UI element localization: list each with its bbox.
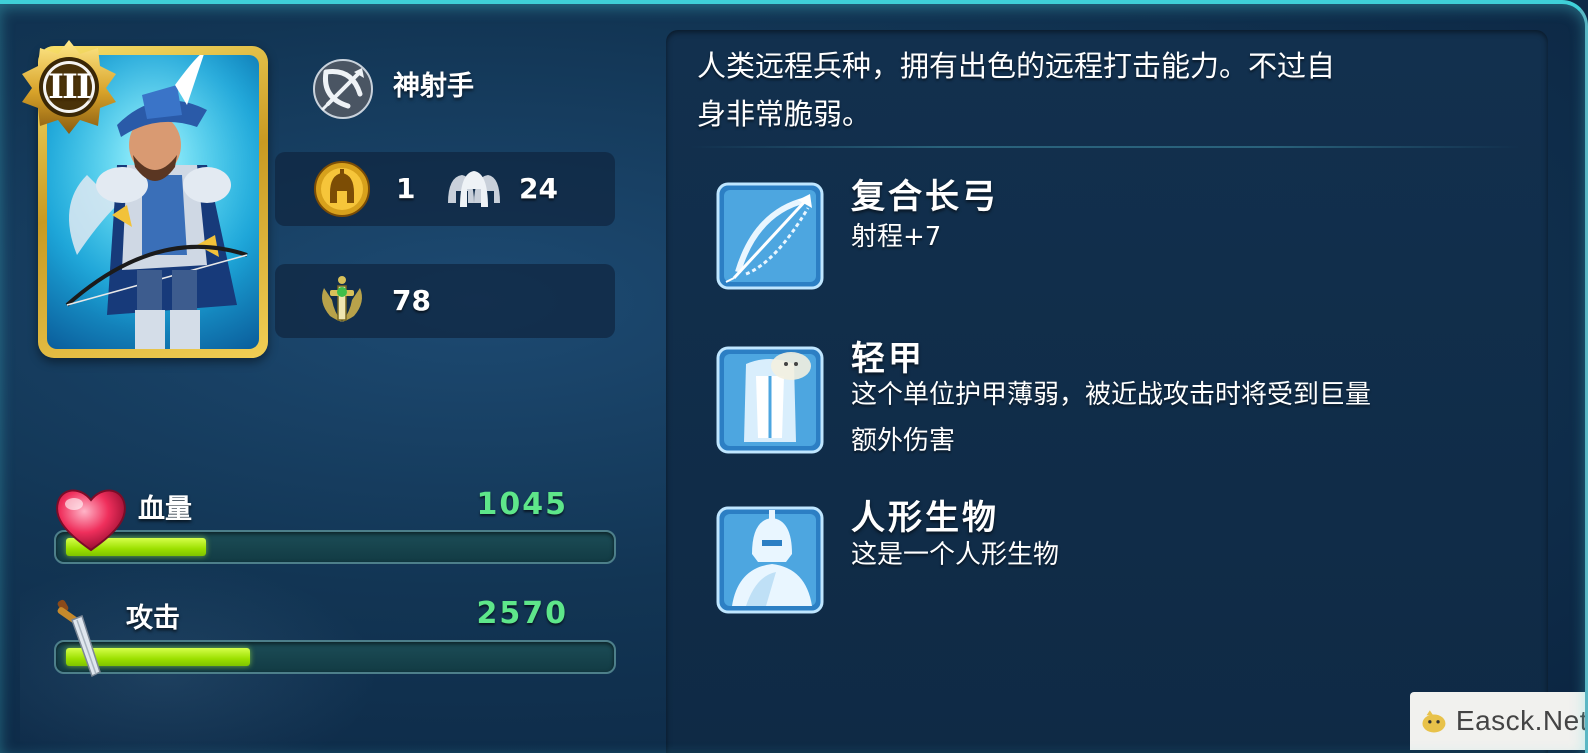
attack-label: 攻击 — [126, 603, 180, 634]
hp-value: 1045 — [476, 487, 568, 522]
skill-2-desc-line-1: 这个单位护甲薄弱，被近战攻击时将受到巨量 — [851, 380, 1372, 410]
helmet-icon — [314, 161, 370, 217]
hp-label: 血量 — [138, 494, 192, 525]
sword-emblem-icon — [322, 276, 362, 322]
attack-value: 2570 — [476, 596, 568, 631]
skill-1-title: 复合长弓 — [851, 177, 999, 217]
unit-name: 神射手 — [393, 71, 474, 102]
watermark-logo-icon — [1422, 710, 1446, 733]
crossbow-icon — [313, 59, 373, 119]
humanoid-icon[interactable] — [716, 506, 824, 614]
skill-2-desc-line-2: 额外伤害 — [851, 426, 956, 456]
watermark-text: Easck.Net — [1455, 705, 1588, 736]
description-divider — [690, 146, 1520, 148]
troop-helmets-icon — [448, 171, 500, 207]
watermark: Easck.Net — [1410, 692, 1588, 750]
leadership-value: 1 — [396, 172, 416, 205]
sword-icon — [57, 599, 101, 678]
skill-1-desc: 射程+7 — [851, 222, 942, 252]
longbow-icon[interactable] — [716, 182, 824, 290]
power-value: 78 — [392, 284, 431, 317]
heart-icon — [56, 489, 126, 552]
skill-3-desc: 这是一个人形生物 — [851, 540, 1060, 570]
skill-2-desc: 这个单位护甲薄弱，被近战攻击时将受到巨量 额外伤害 — [851, 372, 1511, 464]
unit-description: 人类远程兵种，拥有出色的远程打击能力。不过自 身非常脆弱。 — [697, 42, 1497, 138]
rank-label: III — [48, 67, 92, 107]
description-line-1: 人类远程兵种，拥有出色的远程打击能力。不过自 — [697, 49, 1336, 83]
description-line-2: 身非常脆弱。 — [697, 97, 872, 131]
light-armor-icon[interactable] — [716, 346, 824, 454]
squad-size-value: 24 — [519, 172, 558, 205]
